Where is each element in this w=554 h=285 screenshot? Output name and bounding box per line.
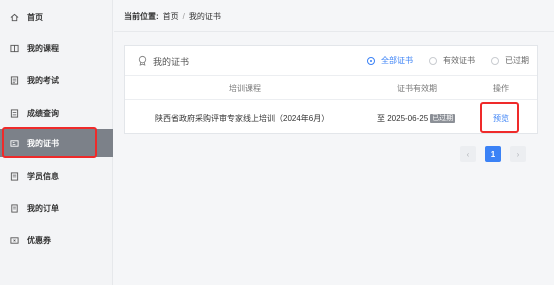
radio-dot <box>491 56 499 65</box>
filter-valid-radio[interactable]: 有效证书 <box>429 55 475 66</box>
sidebar-item-orders[interactable]: 我的订单 <box>0 194 113 222</box>
sidebar-item-label: 我的证书 <box>27 138 59 148</box>
profile-icon <box>10 171 19 181</box>
filter-all-radio[interactable]: 全部证书 <box>367 55 413 66</box>
radio-dot <box>367 56 375 65</box>
pagination: ‹ 1 › <box>460 146 526 162</box>
sidebar-item-home[interactable]: 首页 <box>0 3 113 31</box>
column-header-course: 培训课程 <box>229 84 261 93</box>
order-icon <box>10 203 19 213</box>
column-header-action: 操作 <box>493 84 509 93</box>
sidebar-item-exams[interactable]: 我的考试 <box>0 66 113 94</box>
filter-label: 有效证书 <box>443 56 475 65</box>
exam-icon <box>10 75 19 85</box>
home-icon <box>10 13 19 22</box>
validity-cell: 至 2025-06-25 已过期 <box>377 113 456 124</box>
certificate-filter-group: 全部证书 有效证书 已过期 <box>367 55 529 66</box>
expired-badge: 已过期 <box>430 114 456 123</box>
breadcrumb-home-link[interactable]: 首页 <box>163 11 179 22</box>
sidebar-item-label: 我的考试 <box>27 75 59 85</box>
column-header-validity: 证书有效期 <box>397 84 437 93</box>
breadcrumb-current: 我的证书 <box>188 12 221 21</box>
certificate-icon <box>137 55 148 68</box>
prev-page-button[interactable]: ‹ <box>460 146 476 162</box>
filter-label: 全部证书 <box>381 56 413 65</box>
certificate-card: 我的证书 全部证书 有效证书 已过期 培训课程 证书有效期 操作 陕西省政府采购… <box>124 45 538 134</box>
coupon-icon <box>10 236 19 245</box>
validity-date: 至 2025-06-25 <box>377 114 429 123</box>
breadcrumb-separator: / <box>182 12 185 21</box>
sidebar-item-label: 我的课程 <box>27 43 59 53</box>
sidebar-item-student-info[interactable]: 学员信息 <box>0 162 113 190</box>
breadcrumb-prefix: 当前位置: <box>124 12 159 21</box>
table-row: 陕西省政府采购评审专家线上培训（2024年6月） 至 2025-06-25 已过期… <box>125 99 537 133</box>
sidebar-item-certificates[interactable]: 我的证书 <box>0 129 113 157</box>
sidebar-item-coupons[interactable]: 优惠券 <box>0 226 113 254</box>
card-title-text: 我的证书 <box>153 57 190 67</box>
score-icon <box>10 108 19 118</box>
breadcrumb: 当前位置: 首页 / 我的证书 <box>124 11 221 22</box>
table-header: 培训课程 证书有效期 操作 <box>125 77 537 99</box>
card-title: 我的证书 <box>137 55 189 68</box>
sidebar-item-scores[interactable]: 成绩查询 <box>0 99 113 127</box>
book-icon <box>10 44 19 53</box>
preview-button[interactable]: 预览 <box>493 113 509 124</box>
header-divider <box>114 31 554 32</box>
sidebar-item-label: 成绩查询 <box>27 108 59 118</box>
certificate-icon <box>10 139 19 148</box>
sidebar-item-label: 优惠券 <box>27 235 51 245</box>
filter-expired-radio[interactable]: 已过期 <box>491 55 529 66</box>
sidebar-item-label: 首页 <box>27 12 43 22</box>
filter-label: 已过期 <box>505 56 529 65</box>
card-header: 我的证书 全部证书 有效证书 已过期 <box>125 46 537 76</box>
page-1-button[interactable]: 1 <box>485 146 501 162</box>
main-content: 当前位置: 首页 / 我的证书 我的证书 全部证书 有效证书 已过期 培训课程 … <box>114 0 554 285</box>
sidebar-item-label: 我的订单 <box>27 203 59 213</box>
sidebar-item-label: 学员信息 <box>27 171 59 181</box>
radio-dot <box>429 56 437 65</box>
next-page-button[interactable]: › <box>510 146 526 162</box>
course-name: 陕西省政府采购评审专家线上培训（2024年6月） <box>155 114 330 123</box>
sidebar-item-courses[interactable]: 我的课程 <box>0 34 113 62</box>
sidebar: 首页 我的课程 我的考试 成绩查询 我的证书 学员信息 我的订单 优惠券 <box>0 0 113 285</box>
